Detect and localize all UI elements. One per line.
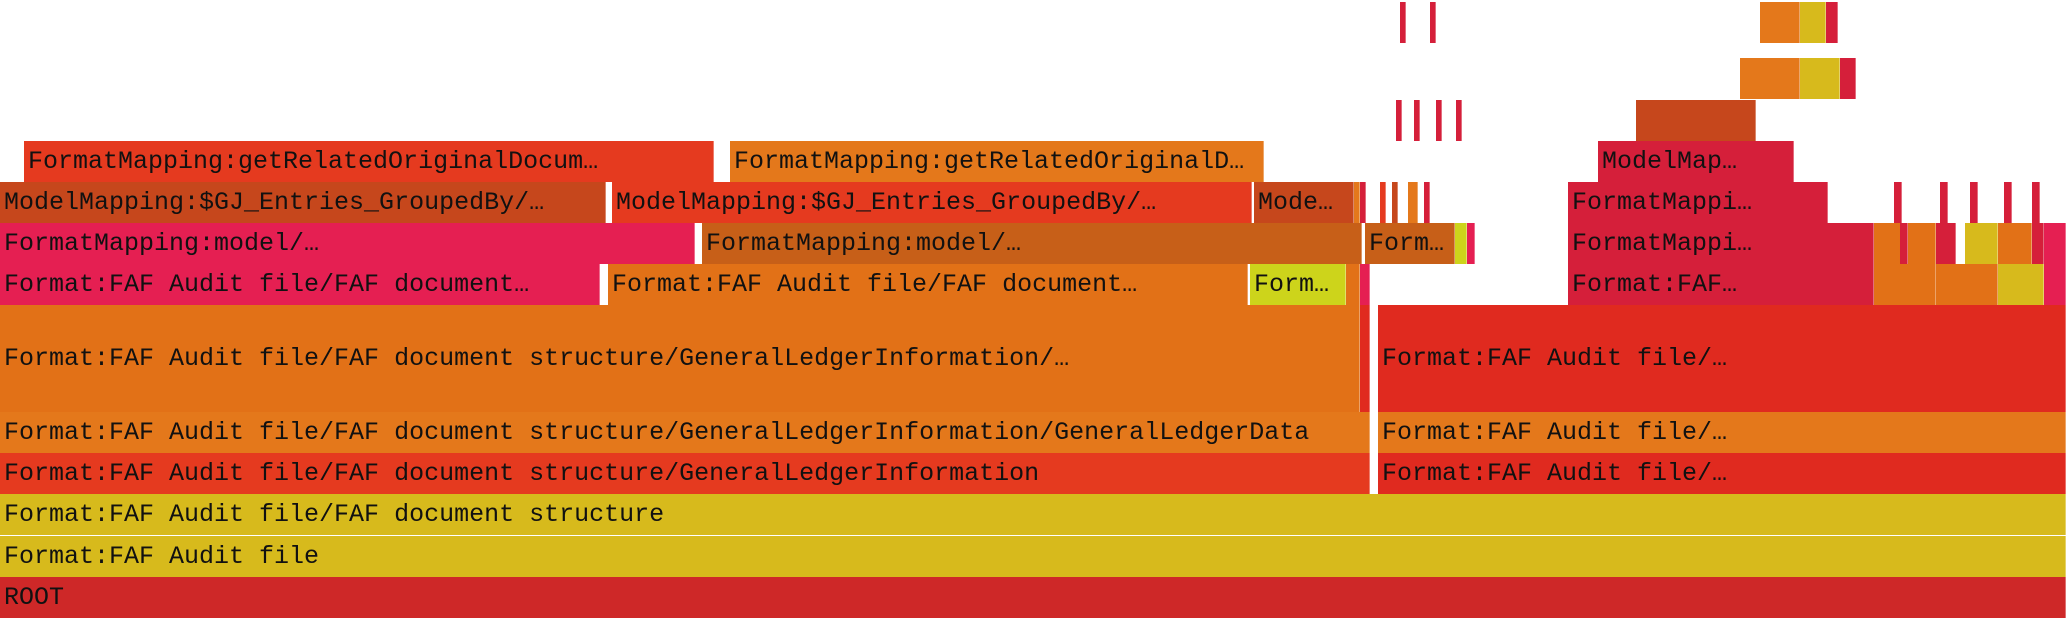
frame-label: Forma…	[1369, 229, 1455, 258]
frame-label: Format:FAF Audit file/…	[1382, 418, 1727, 447]
frame-top-sliver-a[interactable]	[1636, 100, 1756, 141]
frame-fmt-faf-c2[interactable]	[1346, 264, 1360, 305]
frame-gli2-left[interactable]: Format:FAF Audit file/FAF document struc…	[0, 305, 1360, 412]
frame-label: ROOT	[4, 583, 64, 612]
frame-mm-gj-e4[interactable]	[2004, 182, 2012, 223]
frame-faf-audit-file[interactable]: Format:FAF Audit file	[0, 536, 2066, 577]
frame-mm-gj-c[interactable]: Model…	[1254, 182, 1354, 223]
frame-fm-model-c3[interactable]	[1467, 223, 1475, 264]
frame-label: ModelMapping:$GJ_Entries_GroupedBy/…	[4, 188, 544, 217]
frame-label: Forma…	[1254, 270, 1344, 299]
frame-label: Format:FAF Audit file/…	[1382, 344, 1727, 373]
frame-faf-doc-structure[interactable]: Format:FAF Audit file/FAF document struc…	[0, 494, 2066, 535]
frame-label: Format:FAF Audit file/FAF document struc…	[4, 500, 664, 529]
frame-fm-model-e1[interactable]	[1900, 223, 1908, 264]
frame-mm-gj-b[interactable]: ModelMapping:$GJ_Entries_GroupedBy/…	[612, 182, 1252, 223]
frame-fmt-faf-b[interactable]: Format:FAF Audit file/FAF document…	[608, 264, 1248, 305]
frame-fmt-faf-h[interactable]	[2044, 264, 2066, 305]
frame-top3-e[interactable]	[1826, 2, 1838, 43]
frame-mm-gj-e3[interactable]	[1970, 182, 1978, 223]
frame-label: FormatMappi…	[1572, 188, 1752, 217]
frame-fm-model-h[interactable]	[2044, 223, 2066, 264]
frame-fmt-faf-a[interactable]: Format:FAF Audit file/FAF document…	[0, 264, 600, 305]
frame-mm-gj-e2[interactable]	[1940, 182, 1948, 223]
frame-fm-model-f2[interactable]	[1965, 223, 1998, 264]
frame-label: Format:FAF Audit file/FAF document struc…	[4, 459, 1039, 488]
frame-gli2-left-sliver[interactable]	[1360, 305, 1370, 412]
frame-mm-gj-a[interactable]: ModelMapping:$GJ_Entries_GroupedBy/…	[0, 182, 606, 223]
frame-top3-d[interactable]	[1800, 2, 1826, 43]
frame-label: ModelMap…	[1602, 147, 1737, 176]
frame-label: FormatMappi…	[1572, 229, 1752, 258]
frame-gld-left[interactable]: Format:FAF Audit file/FAF document struc…	[0, 412, 1370, 453]
frame-top2-c[interactable]	[1840, 58, 1856, 99]
frame-mm-gj-c5[interactable]	[1392, 182, 1398, 223]
frame-fmt-faf-d[interactable]: Format:FAF…	[1568, 264, 1874, 305]
frame-label: Format:FAF Audit file/FAF document struc…	[4, 418, 1309, 447]
frame-mm-gj-c7[interactable]	[1424, 182, 1430, 223]
frame-gld-right[interactable]: Format:FAF Audit file/…	[1378, 412, 2066, 453]
frame-fmt-faf-c3[interactable]	[1360, 264, 1370, 305]
frame-label: Format:FAF Audit file/FAF document struc…	[4, 344, 1069, 373]
frame-mm-gj-c3[interactable]	[1360, 182, 1366, 223]
frame-top-sliver-b3[interactable]	[1436, 100, 1442, 141]
frame-fm-grod-b[interactable]: FormatMapping:getRelatedOriginalD…	[730, 141, 1264, 182]
frame-label: FormatMapping:getRelatedOriginalD…	[734, 147, 1244, 176]
frame-label: FormatMapping:getRelatedOriginalDocum…	[28, 147, 598, 176]
frame-mm-gj-e5[interactable]	[2032, 182, 2040, 223]
frame-label: Format:FAF Audit file	[4, 542, 319, 571]
frame-mm-gj-e1[interactable]	[1894, 182, 1902, 223]
frame-top-sliver-b1[interactable]	[1396, 100, 1402, 141]
frame-label: FormatMapping:model/…	[4, 229, 319, 258]
frame-label: Format:FAF Audit file/…	[1382, 459, 1727, 488]
frame-fm-grod-a[interactable]: FormatMapping:getRelatedOriginalDocum…	[24, 141, 714, 182]
frame-label: Model…	[1258, 188, 1348, 217]
frame-fmt-faf-c[interactable]: Forma…	[1250, 264, 1346, 305]
frame-mm-gj-d[interactable]: FormatMappi…	[1568, 182, 1828, 223]
frame-top3-c[interactable]	[1760, 2, 1800, 43]
frame-label: Format:FAF Audit file/FAF document…	[4, 270, 529, 299]
frame-label: Format:FAF…	[1572, 270, 1737, 299]
frame-gli2-right[interactable]: Format:FAF Audit file/…	[1378, 305, 2066, 412]
frame-top-sliver-b4[interactable]	[1456, 100, 1462, 141]
frame-fm-model-c2[interactable]	[1455, 223, 1467, 264]
frame-gli-left[interactable]: Format:FAF Audit file/FAF document struc…	[0, 453, 1370, 494]
frame-root[interactable]: ROOT	[0, 577, 2066, 618]
frame-label: FormatMapping:model/…	[706, 229, 1021, 258]
frame-fm-grod-d[interactable]: ModelMap…	[1598, 141, 1794, 182]
frame-fm-model-b[interactable]: FormatMapping:model/…	[702, 223, 1362, 264]
frame-top2-b[interactable]	[1800, 58, 1840, 99]
frame-top3-b[interactable]	[1430, 2, 1436, 43]
frame-top2-a[interactable]	[1740, 58, 1800, 99]
frame-top-sliver-b2[interactable]	[1414, 100, 1420, 141]
frame-fm-model-d[interactable]: FormatMappi…	[1568, 223, 1874, 264]
frame-fm-model-g[interactable]	[1998, 223, 2032, 264]
frame-label: Format:FAF Audit file/FAF document…	[612, 270, 1137, 299]
frame-fm-model-g2[interactable]	[2032, 223, 2044, 264]
frame-fmt-faf-f[interactable]	[1936, 264, 1998, 305]
frame-top3-a[interactable]	[1400, 2, 1406, 43]
frame-mm-gj-c4[interactable]	[1380, 182, 1386, 223]
frame-fm-model-a[interactable]: FormatMapping:model/…	[0, 223, 695, 264]
frame-fmt-faf-g[interactable]	[1998, 264, 2044, 305]
frame-label: ModelMapping:$GJ_Entries_GroupedBy/…	[616, 188, 1156, 217]
frame-mm-gj-c6[interactable]	[1408, 182, 1418, 223]
frame-fm-model-c[interactable]: Forma…	[1365, 223, 1455, 264]
frame-fm-model-f[interactable]	[1936, 223, 1956, 264]
flamegraph: ROOT Format:FAF Audit file Format:FAF Audi…	[0, 0, 2066, 623]
frame-fmt-faf-e[interactable]	[1874, 264, 1936, 305]
frame-gli-right[interactable]: Format:FAF Audit file/…	[1378, 453, 2066, 494]
